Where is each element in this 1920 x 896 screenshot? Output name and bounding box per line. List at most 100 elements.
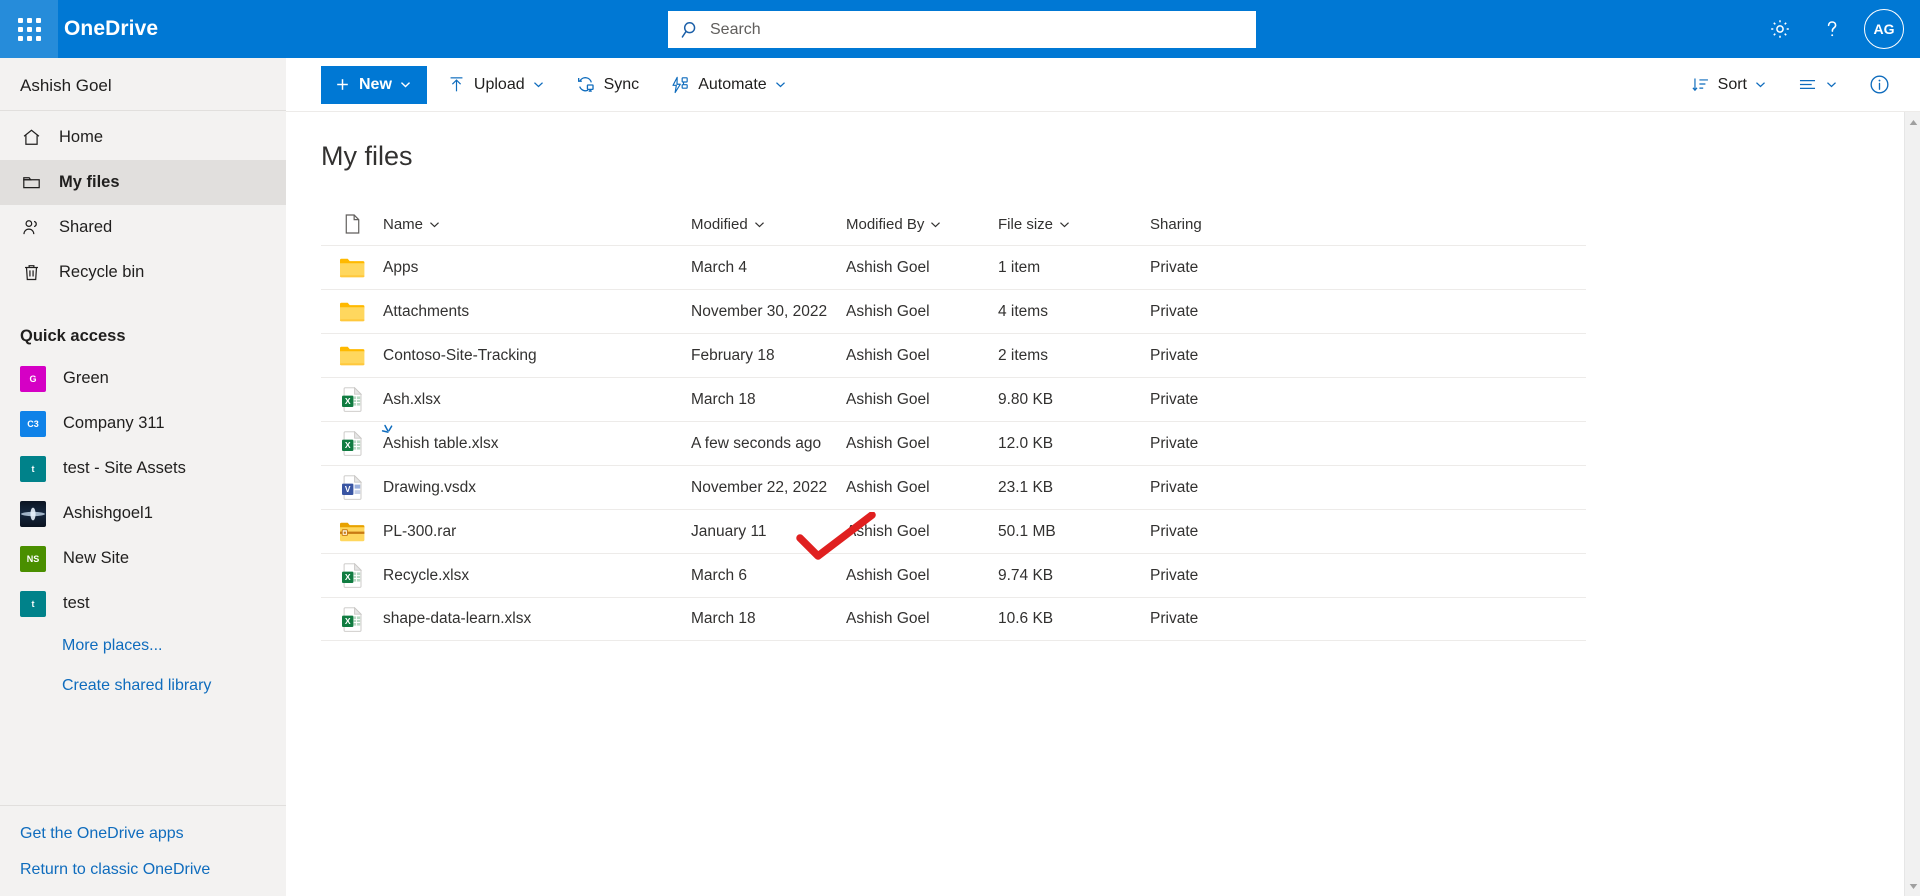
sharing-cell[interactable]: Private <box>1150 303 1586 321</box>
sharing-cell[interactable]: Private <box>1150 347 1586 365</box>
sharing-cell[interactable]: Private <box>1150 391 1586 409</box>
file-name-cell[interactable]: Ash.xlsx <box>383 391 691 409</box>
column-header-file-size[interactable]: File size <box>998 216 1150 233</box>
quick-access-item-new-site[interactable]: NS New Site <box>0 536 286 581</box>
automate-icon <box>672 76 688 93</box>
file-name-cell[interactable]: shape-data-learn.xlsx <box>383 610 691 628</box>
upload-button[interactable]: Upload <box>436 65 555 105</box>
sharing-cell[interactable]: Private <box>1150 610 1586 628</box>
modified-by-cell: Ashish Goel <box>846 302 930 320</box>
table-row[interactable]: Contoso-Site-Tracking February 18 Ashish… <box>321 333 1586 377</box>
file-size-cell: 23.1 KB <box>998 478 1054 496</box>
upload-button-label: Upload <box>473 75 525 93</box>
sidebar-item-label: Recycle bin <box>59 263 145 281</box>
chevron-down-icon <box>754 221 764 227</box>
sidebar-item-my-files[interactable]: My files <box>0 160 286 205</box>
file-name-label: Apps <box>383 258 419 276</box>
files-table-header: Name Modified Modified By File size Shar… <box>321 203 1586 245</box>
file-name-cell[interactable]: Drawing.vsdx <box>383 479 691 497</box>
quick-access-item-green[interactable]: G Green <box>0 356 286 401</box>
app-launcher-button[interactable] <box>0 0 58 58</box>
file-name-label: Contoso-Site-Tracking <box>383 346 537 364</box>
column-header-icon[interactable] <box>321 213 383 235</box>
vertical-scrollbar[interactable] <box>1904 112 1920 896</box>
sharing-cell[interactable]: Private <box>1150 567 1586 585</box>
settings-button[interactable] <box>1756 5 1804 53</box>
file-name-cell[interactable]: Recycle.xlsx <box>383 567 691 585</box>
table-row[interactable]: Apps March 4 Ashish Goel 1 item Private <box>321 245 1586 289</box>
file-name-label: Drawing.vsdx <box>383 478 477 496</box>
scroll-up-arrow[interactable] <box>1905 114 1920 130</box>
file-name-cell[interactable]: Ashish table.xlsx <box>381 424 691 453</box>
column-header-modified-by-label: Modified By <box>846 215 925 233</box>
column-header-name[interactable]: Name <box>383 216 691 233</box>
files-table: Name Modified Modified By File size Shar… <box>321 203 1586 641</box>
search-input[interactable] <box>710 11 1244 48</box>
sharing-cell[interactable]: Private <box>1150 479 1586 497</box>
create-shared-library-link[interactable]: Create shared library <box>0 666 286 706</box>
table-row[interactable]: PL-300.rar January 11 Ashish Goel 50.1 M… <box>321 509 1586 553</box>
file-size-cell: 12.0 KB <box>998 434 1054 452</box>
sort-icon <box>1692 78 1708 92</box>
table-row[interactable]: X Ash.xlsx March 18 Ashish Goel 9.80 KB … <box>321 377 1586 421</box>
sync-button-label: Sync <box>603 75 640 93</box>
table-row[interactable]: X shape-data-learn.xlsx March 18 Ashish … <box>321 597 1586 641</box>
automate-button[interactable]: Automate <box>659 65 796 105</box>
modified-cell: November 30, 2022 <box>691 302 828 320</box>
modified-cell: January 11 <box>691 522 767 540</box>
new-button[interactable]: New <box>321 65 427 104</box>
file-type-icon-cell: V <box>321 475 383 500</box>
modified-cell: November 22, 2022 <box>691 478 828 496</box>
file-type-icon-cell <box>321 521 383 543</box>
quick-access-label: test <box>63 594 90 612</box>
more-places-link[interactable]: More places... <box>0 626 286 666</box>
quick-access-item-ashishgoel1[interactable]: Ashishgoel1 <box>0 491 286 536</box>
document-icon <box>345 214 359 234</box>
sidebar-item-shared[interactable]: Shared <box>0 205 286 250</box>
file-name-cell[interactable]: Attachments <box>383 303 691 321</box>
table-row[interactable]: V Drawing.vsdx November 22, 2022 Ashish … <box>321 465 1586 509</box>
modified-by-cell: Ashish Goel <box>846 522 930 540</box>
table-row[interactable]: X Ashish table.xlsx A few seconds ago As… <box>321 421 1586 465</box>
sidebar-item-label: My files <box>59 173 120 191</box>
modified-by-cell: Ashish Goel <box>846 434 930 452</box>
return-to-classic-onedrive-link[interactable]: Return to classic OneDrive <box>0 852 286 888</box>
visio-file-icon: V <box>342 475 363 500</box>
search-box[interactable] <box>668 11 1256 48</box>
column-header-modified[interactable]: Modified <box>691 216 846 233</box>
file-name-cell[interactable]: Apps <box>383 259 691 277</box>
avatar[interactable]: AG <box>1864 9 1904 49</box>
file-size-cell: 50.1 MB <box>998 522 1056 540</box>
archive-file-icon <box>340 522 365 541</box>
file-name-cell[interactable]: Contoso-Site-Tracking <box>383 347 691 365</box>
question-mark-icon <box>1827 21 1837 37</box>
folder-icon <box>340 346 365 365</box>
sidebar-item-home[interactable]: Home <box>0 115 286 160</box>
quick-access-item-company-311[interactable]: C3 Company 311 <box>0 401 286 446</box>
sharing-cell[interactable]: Private <box>1150 259 1586 277</box>
scroll-down-arrow[interactable] <box>1905 878 1920 894</box>
column-header-modified-by[interactable]: Modified By <box>846 216 998 233</box>
help-button[interactable] <box>1808 5 1856 53</box>
get-onedrive-apps-link[interactable]: Get the OneDrive apps <box>0 816 286 852</box>
file-size-cell: 9.80 KB <box>998 390 1054 408</box>
quick-access-item-test-site-assets[interactable]: t test - Site Assets <box>0 446 286 491</box>
modified-by-cell: Ashish Goel <box>846 610 930 627</box>
site-thumbnail-art <box>21 507 45 520</box>
table-row[interactable]: Attachments November 30, 2022 Ashish Goe… <box>321 289 1586 333</box>
view-options-button[interactable] <box>1786 65 1848 105</box>
sidebar-item-recycle-bin[interactable]: Recycle bin <box>0 250 286 295</box>
column-header-sharing[interactable]: Sharing <box>1150 216 1586 233</box>
file-name-cell[interactable]: PL-300.rar <box>383 523 691 541</box>
sharing-cell[interactable]: Private <box>1150 435 1586 453</box>
table-row[interactable]: X Recycle.xlsx March 6 Ashish Goel 9.74 … <box>321 553 1586 597</box>
sort-button[interactable]: Sort <box>1680 65 1777 105</box>
onedrive-brand-link[interactable]: OneDrive <box>64 17 158 41</box>
quick-access-item-test[interactable]: t test <box>0 581 286 626</box>
details-info-button[interactable] <box>1857 65 1902 105</box>
caret-up-icon <box>1909 119 1917 125</box>
sync-button[interactable]: Sync <box>564 65 651 105</box>
file-name-label: Recycle.xlsx <box>383 566 470 584</box>
main-content: My files Name Modified Modified By File … <box>286 112 1906 896</box>
sharing-cell[interactable]: Private <box>1150 523 1586 541</box>
